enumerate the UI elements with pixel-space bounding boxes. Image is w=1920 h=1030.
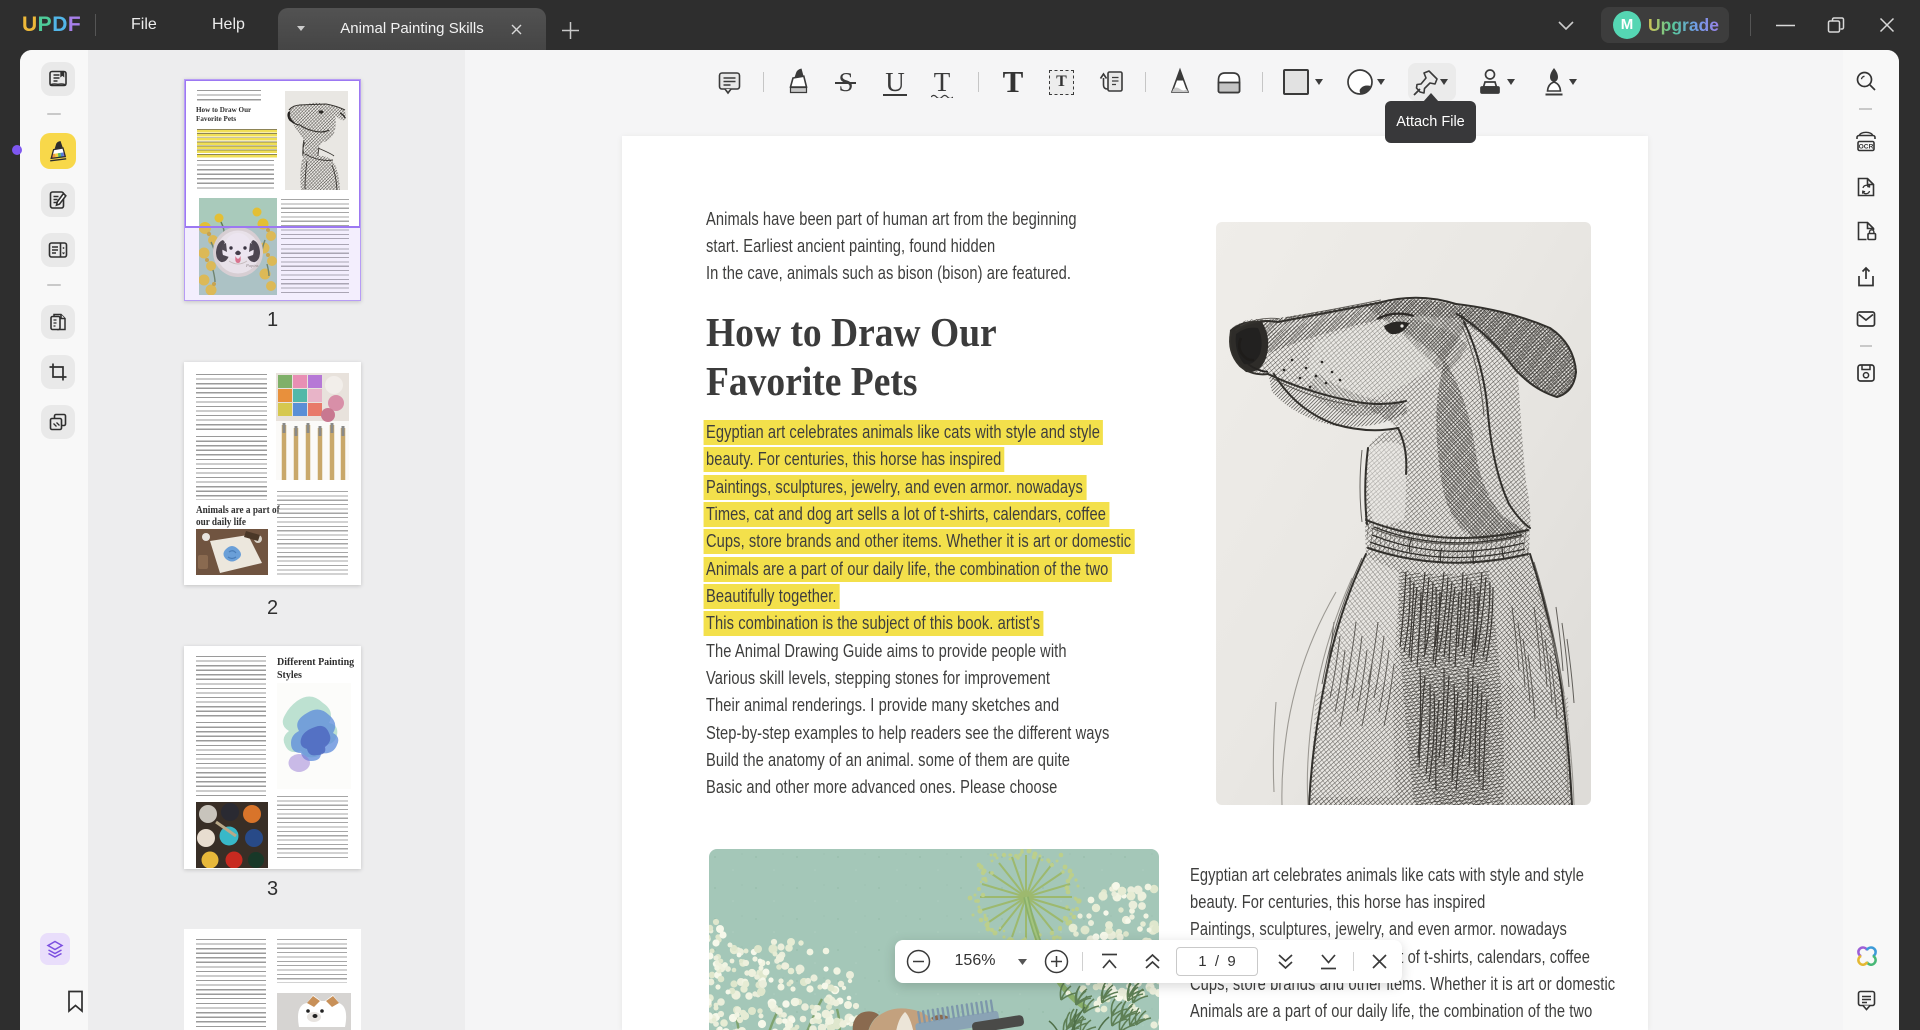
svg-text:OCR: OCR (1859, 144, 1874, 151)
